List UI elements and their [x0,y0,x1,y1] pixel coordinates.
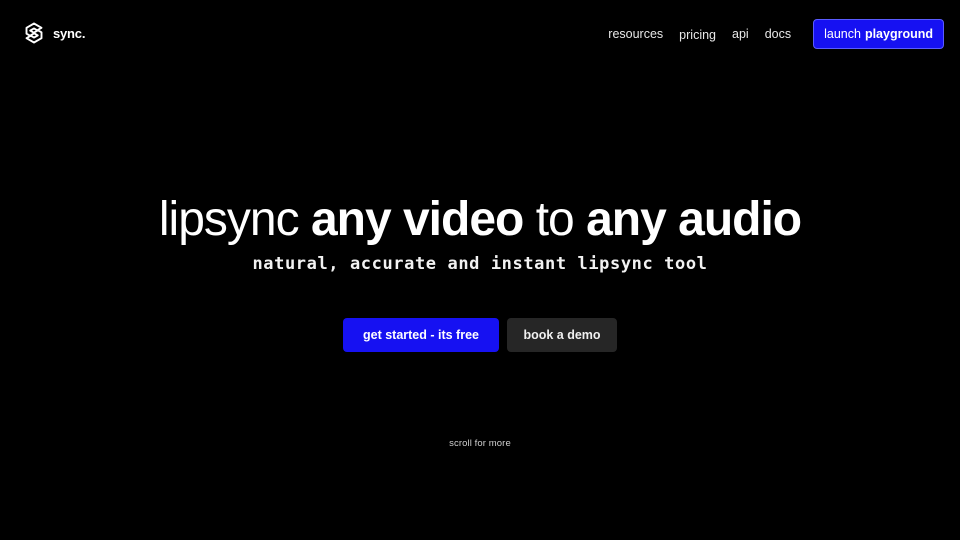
hero-section: lipsync any video to any audio natural, … [0,190,960,274]
book-demo-button[interactable]: book a demo [507,318,617,352]
headline-part-any-video: any video [310,193,524,246]
top-header: sync. resources pricing api docs launch … [0,0,960,68]
sync-logo-icon [25,22,43,44]
nav-pricing[interactable]: pricing [679,28,716,42]
hero-subtitle: natural, accurate and instant lipsync to… [252,254,708,274]
cta-row: get started - its free book a demo [0,318,960,352]
hero-headline: lipsync any video to any audio [0,190,960,250]
main-nav: resources pricing api docs launch playgr… [592,19,944,49]
nav-resources[interactable]: resources [608,27,663,41]
headline-part-any-audio: any audio [586,193,802,246]
launch-label-strong: playground [864,27,933,41]
headline-part-lipsync: lipsync [158,193,300,246]
scroll-hint[interactable]: scroll for more [0,438,960,449]
brand-name: sync. [53,25,86,41]
landing-page: sync. resources pricing api docs launch … [0,0,960,540]
nav-docs[interactable]: docs [765,27,791,41]
launch-label-prefix: launch [824,27,861,41]
get-started-button[interactable]: get started - its free [343,318,499,352]
brand-logo[interactable]: sync. [24,22,85,44]
headline-part-to: to [535,193,575,246]
nav-api[interactable]: api [732,27,749,41]
launch-playground-button[interactable]: launch playground [813,19,944,49]
